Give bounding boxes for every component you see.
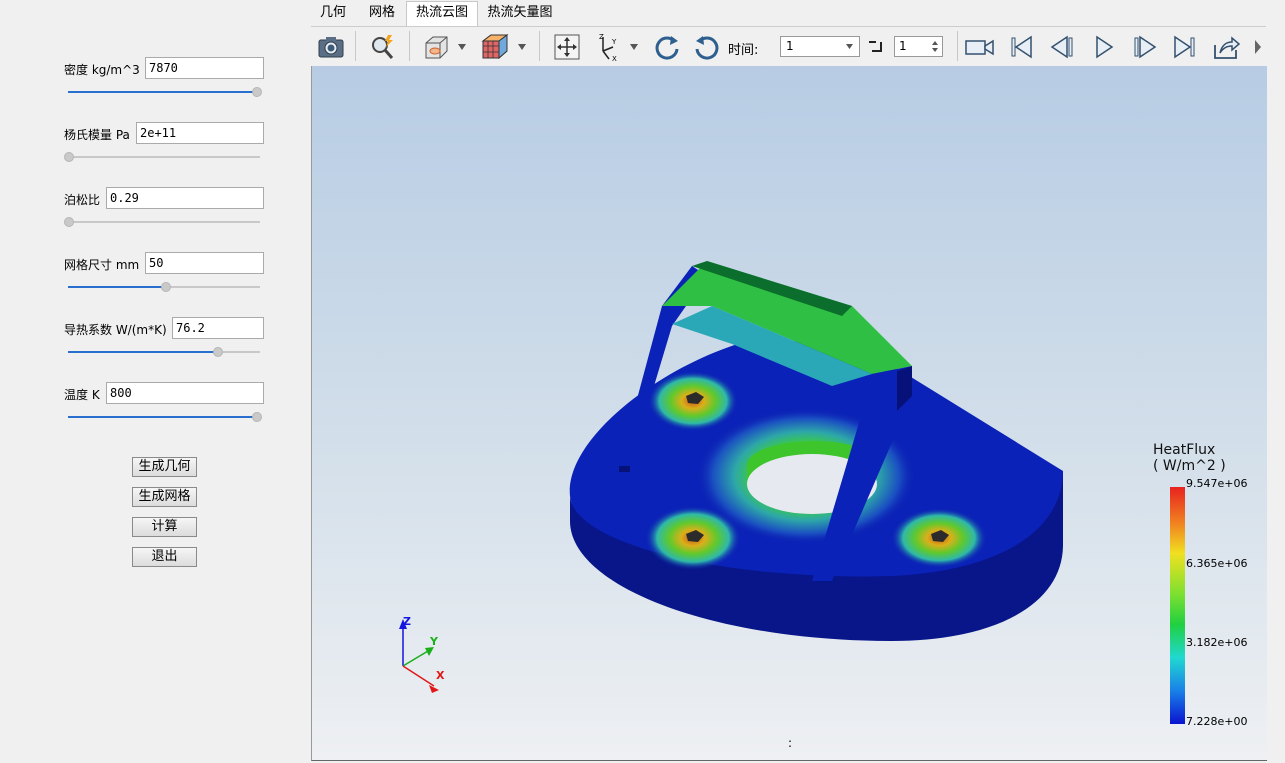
mesh-size-slider[interactable] bbox=[68, 281, 260, 293]
status-text: : bbox=[788, 736, 793, 750]
youngs-modulus-label: 杨氏模量 Pa bbox=[64, 128, 130, 142]
tab-mesh[interactable]: 网格 bbox=[362, 2, 402, 24]
prev-frame-icon[interactable] bbox=[1046, 31, 1078, 63]
tab-heat-flux-vector[interactable]: 热流矢量图 bbox=[482, 2, 558, 24]
svg-text:Y: Y bbox=[611, 38, 617, 46]
legend-unit: ( W/m^2 ) bbox=[1153, 458, 1226, 474]
spin-arrows-icon[interactable] bbox=[931, 40, 939, 53]
density-label: 密度 kg/m^3 bbox=[64, 63, 140, 77]
youngs-modulus-input[interactable]: 2e+11 bbox=[136, 122, 264, 144]
density-input[interactable]: 7870 bbox=[145, 57, 264, 79]
poisson-ratio-label: 泊松比 bbox=[64, 193, 101, 207]
time-label: 时间: bbox=[728, 43, 759, 58]
z-axis-label: Z bbox=[403, 615, 411, 628]
slider-handle[interactable] bbox=[252, 412, 262, 422]
thermal-conductivity-label: 导热系数 W/(m*K) bbox=[64, 323, 167, 337]
legend-title: HeatFlux bbox=[1153, 442, 1216, 458]
first-frame-icon[interactable] bbox=[1005, 31, 1037, 63]
slider-handle[interactable] bbox=[252, 87, 262, 97]
parameter-panel: 密度 kg/m^3 7870 杨氏模量 Pa 2e+11 泊松比 0.29 网格… bbox=[0, 0, 308, 763]
legend-tick-min: 7.228e+00 bbox=[1186, 715, 1248, 728]
color-cube-icon[interactable] bbox=[479, 31, 511, 63]
step-icon bbox=[869, 41, 882, 52]
camera-icon[interactable] bbox=[315, 31, 347, 63]
chevron-down-icon bbox=[846, 44, 853, 49]
legend-tick-3: 3.182e+06 bbox=[1186, 636, 1248, 649]
play-icon[interactable] bbox=[1088, 31, 1120, 63]
youngs-modulus-slider[interactable] bbox=[64, 151, 260, 163]
viewer-toolbar: Z Y X 时间: 1 1 bbox=[311, 26, 1266, 67]
density-slider[interactable] bbox=[68, 86, 262, 98]
next-frame-icon[interactable] bbox=[1129, 31, 1161, 63]
legend-tick-max: 9.547e+06 bbox=[1186, 477, 1248, 490]
thermal-conductivity-input[interactable]: 76.2 bbox=[172, 317, 264, 339]
mesh-size-input[interactable]: 50 bbox=[145, 252, 264, 274]
temperature-label: 温度 K bbox=[64, 388, 100, 402]
heat-flux-model bbox=[399, 261, 1063, 693]
temperature-input[interactable]: 800 bbox=[106, 382, 264, 404]
fit-icon[interactable] bbox=[551, 31, 583, 63]
slider-handle[interactable] bbox=[64, 217, 74, 227]
poisson-ratio-input[interactable]: 0.29 bbox=[106, 187, 264, 209]
zoom-icon[interactable] bbox=[367, 31, 399, 63]
svg-text:Z: Z bbox=[599, 33, 604, 41]
legend-tick-2: 6.365e+06 bbox=[1186, 557, 1248, 570]
x-axis-label: X bbox=[436, 669, 445, 682]
rotate-ccw-icon[interactable] bbox=[691, 31, 723, 63]
overflow-icon[interactable] bbox=[1253, 37, 1263, 57]
exit-button[interactable]: 退出 bbox=[132, 547, 197, 567]
export-icon[interactable] bbox=[1210, 31, 1242, 63]
record-icon[interactable] bbox=[963, 31, 995, 63]
y-axis-label: Y bbox=[430, 635, 438, 648]
render-viewport[interactable]: Z Y X HeatFlux ( W/m^2 ) 9.547e+06 6.365… bbox=[311, 66, 1267, 761]
time-select[interactable]: 1 bbox=[780, 36, 860, 57]
tab-geometry[interactable]: 几何 bbox=[313, 2, 353, 24]
chevron-down-icon[interactable] bbox=[517, 43, 527, 51]
view-tabs: 几何 网格 热流云图 热流矢量图 bbox=[310, 0, 1260, 26]
axis-triad bbox=[399, 619, 439, 693]
chevron-down-icon[interactable] bbox=[457, 43, 467, 51]
slider-handle[interactable] bbox=[213, 347, 223, 357]
temperature-slider[interactable] bbox=[68, 411, 262, 423]
slider-handle[interactable] bbox=[161, 282, 171, 292]
chevron-down-icon[interactable] bbox=[629, 43, 639, 51]
right-edge bbox=[1268, 0, 1285, 763]
generate-geometry-button[interactable]: 生成几何 bbox=[132, 457, 197, 477]
mesh-size-label: 网格尺寸 mm bbox=[64, 258, 140, 272]
rotate-cw-icon[interactable] bbox=[651, 31, 683, 63]
slider-handle[interactable] bbox=[64, 152, 74, 162]
svg-text:X: X bbox=[612, 55, 617, 63]
tab-heat-flux-contour[interactable]: 热流云图 bbox=[406, 1, 478, 26]
view-box-icon[interactable] bbox=[421, 31, 453, 63]
step-spinbox[interactable]: 1 bbox=[894, 36, 943, 57]
generate-mesh-button[interactable]: 生成网格 bbox=[132, 487, 197, 507]
last-frame-icon[interactable] bbox=[1169, 31, 1201, 63]
poisson-ratio-slider[interactable] bbox=[64, 216, 260, 228]
axes-icon[interactable]: Z Y X bbox=[593, 31, 625, 63]
compute-button[interactable]: 计算 bbox=[132, 517, 197, 537]
legend-colorbar bbox=[1170, 487, 1185, 724]
thermal-conductivity-slider[interactable] bbox=[68, 346, 260, 358]
